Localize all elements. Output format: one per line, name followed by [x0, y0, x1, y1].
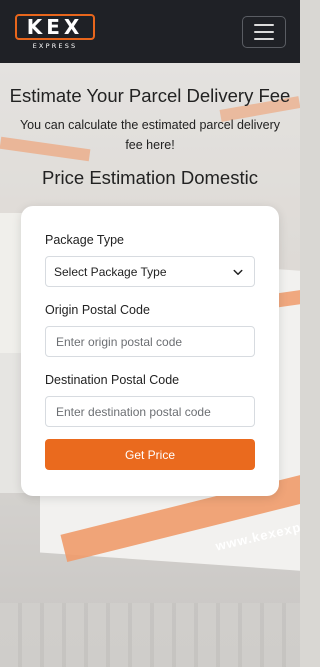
hamburger-line [254, 30, 274, 33]
logo-box: KEX [15, 13, 95, 40]
menu-toggle-button[interactable] [242, 15, 286, 48]
hero-section: Estimate Your Parcel Delivery Fee You ca… [0, 63, 300, 189]
price-estimation-form: Package Type Select Package Type Origin … [21, 206, 279, 496]
page-subtitle: You can calculate the estimated parcel d… [19, 118, 281, 152]
package-type-label: Package Type [45, 233, 124, 247]
chevron-down-icon [233, 269, 243, 275]
package-type-select[interactable]: Select Package Type [45, 256, 255, 287]
section-title: Price Estimation Domestic [42, 167, 258, 188]
kex-express-logo[interactable]: KEX EXPRESS [14, 13, 96, 50]
navbar: KEX EXPRESS [0, 0, 300, 63]
origin-postal-code-input[interactable]: Enter origin postal code [45, 326, 255, 357]
destination-postal-code-placeholder: Enter destination postal code [56, 404, 211, 419]
origin-postal-code-label: Origin Postal Code [45, 303, 150, 317]
destination-postal-code-label: Destination Postal Code [45, 373, 180, 387]
get-price-button[interactable]: Get Price [45, 439, 255, 470]
destination-postal-code-input[interactable]: Enter destination postal code [45, 396, 255, 427]
origin-postal-code-placeholder: Enter origin postal code [56, 334, 183, 349]
page-title: Estimate Your Parcel Delivery Fee [9, 85, 291, 106]
logo-subtext: EXPRESS [32, 41, 78, 50]
hamburger-menu-icon [254, 23, 274, 26]
get-price-label: Get Price [124, 447, 175, 462]
package-type-value: Select Package Type [54, 264, 167, 279]
hamburger-line [254, 37, 274, 40]
logo-text: KEX [26, 14, 84, 39]
